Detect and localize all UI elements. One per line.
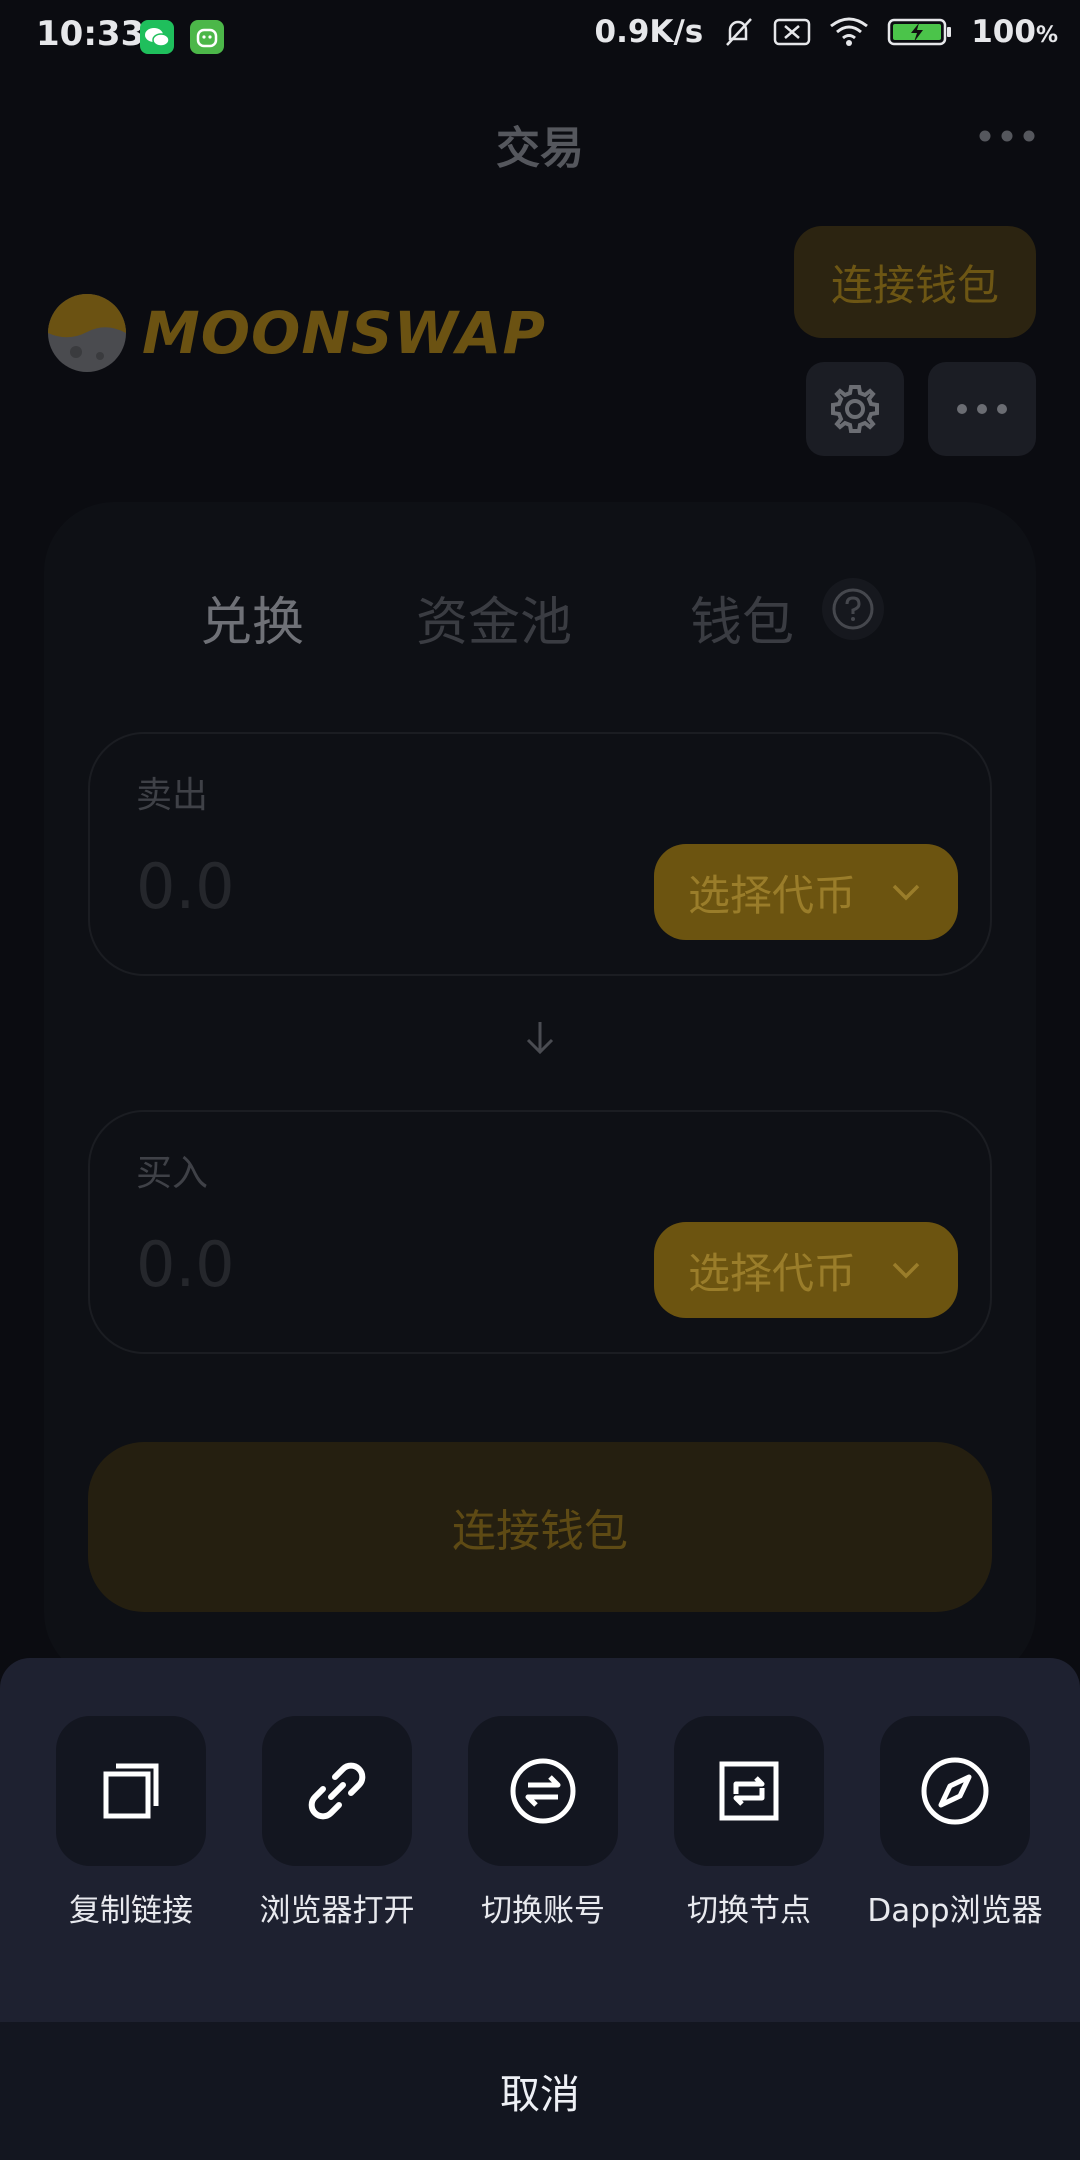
switch-node-icon <box>719 1761 779 1821</box>
gear-icon <box>831 385 879 433</box>
tab-pool[interactable]: 资金池 <box>416 580 572 655</box>
sim-off-icon <box>773 17 811 47</box>
buy-panel: 买入 0.0 选择代币 <box>88 1110 992 1354</box>
sell-label: 卖出 <box>136 775 209 816</box>
action-open-browser[interactable]: 浏览器打开 <box>260 1716 415 1932</box>
arrow-down-icon[interactable] <box>522 1018 558 1062</box>
connect-wallet-button[interactable]: 连接钱包 <box>794 226 1036 338</box>
tab-swap[interactable]: 兑换 <box>200 580 304 655</box>
moon-logo-icon <box>48 294 126 372</box>
action-label: 切换账号 <box>481 1893 605 1929</box>
select-token-label: 选择代币 <box>688 870 857 920</box>
action-label: 切换节点 <box>687 1893 811 1929</box>
switch-account-icon <box>510 1758 576 1824</box>
help-icon[interactable] <box>822 578 884 640</box>
buy-label: 买入 <box>136 1153 209 1194</box>
chevron-down-icon <box>892 884 920 901</box>
compass-icon <box>921 1757 989 1825</box>
buy-select-token-button[interactable]: 选择代币 <box>654 1222 958 1318</box>
action-label: Dapp浏览器 <box>867 1893 1043 1929</box>
action-label: 复制链接 <box>69 1893 193 1929</box>
action-copy-link[interactable]: 复制链接 <box>56 1716 206 1932</box>
dapp-browser-button[interactable] <box>880 1716 1030 1866</box>
dapp-more-button[interactable] <box>928 362 1036 456</box>
wifi-icon <box>829 16 869 48</box>
status-time: 10:33 <box>36 14 145 54</box>
buy-amount-input[interactable]: 0.0 <box>136 1228 235 1301</box>
switch-node-button[interactable] <box>674 1716 824 1866</box>
action-switch-account[interactable]: 切换账号 <box>468 1716 618 1932</box>
open-browser-button[interactable] <box>262 1716 412 1866</box>
action-dapp-browser[interactable]: Dapp浏览器 <box>867 1716 1043 1932</box>
cancel-label: 取消 <box>500 2072 580 2118</box>
battery-icon <box>887 17 953 47</box>
action-switch-node[interactable]: 切换节点 <box>674 1716 824 1932</box>
status-bar: 10:33 0.9K/s 100% <box>0 0 1080 76</box>
select-token-label: 选择代币 <box>688 1248 857 1298</box>
mute-icon <box>721 15 755 49</box>
switch-account-button[interactable] <box>468 1716 618 1866</box>
settings-button[interactable] <box>806 362 904 456</box>
moonswap-logo: MOONSWAP <box>46 292 546 374</box>
battery-level: 100 <box>971 14 1036 50</box>
action-label: 浏览器打开 <box>259 1893 415 1929</box>
wechat-icon <box>140 20 174 54</box>
more-dots-icon <box>957 404 1007 414</box>
connect-wallet-main-button[interactable]: 连接钱包 <box>88 1442 992 1612</box>
cancel-button[interactable]: 取消 <box>0 2022 1080 2160</box>
network-speed: 0.9K/s <box>594 14 704 50</box>
sell-panel: 卖出 0.0 选择代币 <box>88 732 992 976</box>
link-icon <box>308 1762 366 1820</box>
chevron-down-icon <box>892 1262 920 1279</box>
more-dots-icon[interactable] <box>978 128 1036 147</box>
page-title: 交易 <box>496 123 584 174</box>
copy-icon <box>103 1763 159 1819</box>
tab-wallet[interactable]: 钱包 <box>690 580 794 655</box>
logo-text: MOONSWAP <box>142 299 546 367</box>
sell-amount-input[interactable]: 0.0 <box>136 850 235 923</box>
tab-bar: 兑换 资金池 钱包 <box>0 580 1080 653</box>
app-icon <box>190 20 224 54</box>
battery-unit: % <box>1035 23 1058 48</box>
copy-link-button[interactable] <box>56 1716 206 1866</box>
sell-select-token-button[interactable]: 选择代币 <box>654 844 958 940</box>
